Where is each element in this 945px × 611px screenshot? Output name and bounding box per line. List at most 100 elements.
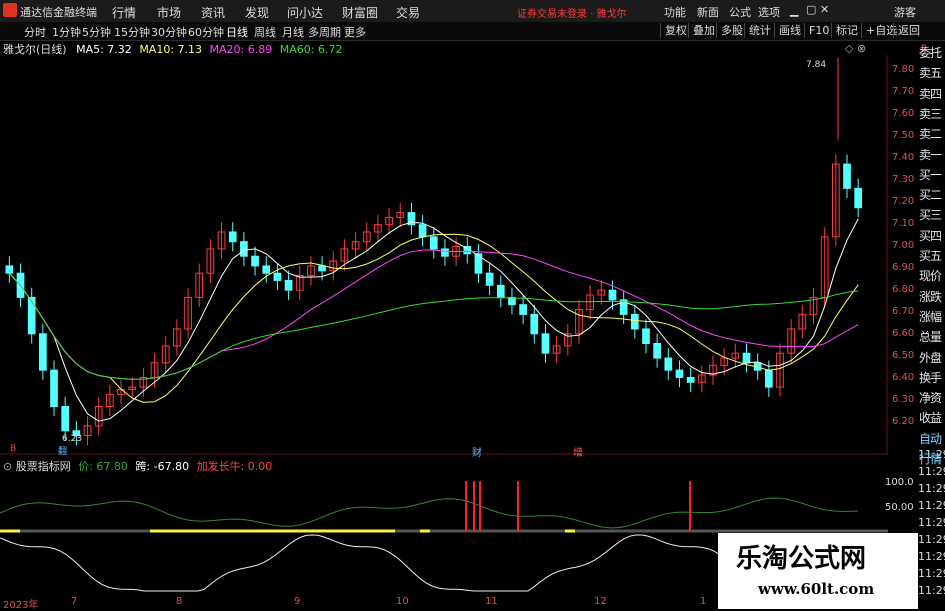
candle-body: [50, 369, 58, 408]
period-timeshare[interactable]: 分时: [24, 24, 46, 40]
event-mark-finance[interactable]: 财: [472, 444, 482, 459]
side-tab[interactable]: 净资: [919, 389, 942, 406]
x-tick-dec: 12: [594, 596, 607, 607]
watermark-title: 乐淘公式网: [736, 544, 867, 574]
side-tab[interactable]: 买三: [919, 206, 942, 223]
side-tab[interactable]: 买五: [919, 247, 942, 264]
side-tab[interactable]: 买四: [919, 227, 942, 244]
candle-body: [608, 289, 617, 301]
btn-restore-rights[interactable]: 复权: [660, 23, 691, 38]
time-tick: 11:29: [918, 584, 945, 597]
btn-back[interactable]: 返回: [893, 23, 924, 38]
menu-guest[interactable]: 游客: [894, 4, 916, 20]
period-more[interactable]: 更多: [344, 24, 366, 40]
time-tick: 11:29: [918, 533, 945, 546]
side-tab[interactable]: 总量: [919, 328, 942, 345]
btn-draw-line[interactable]: 画线: [774, 23, 805, 38]
indicator-value1: 价: 67.80: [78, 460, 128, 473]
ma-legend: 雅戈尔(日线) MA5: 7.32 MA10: 7.13 MA20: 6.89 …: [0, 41, 342, 56]
indicator-value2: 跨: -67.80: [135, 460, 190, 473]
btn-statistics[interactable]: 统计: [744, 23, 775, 38]
side-tab[interactable]: 收益: [919, 409, 942, 426]
login-notice[interactable]: 证券交易未登录 · 雅戈尔: [517, 5, 627, 20]
event-mark-b[interactable]: B: [10, 444, 16, 454]
candlestick-chart[interactable]: [0, 55, 888, 455]
menu-item-xiaoda[interactable]: 问小达: [287, 4, 323, 21]
menu-item-markets[interactable]: 市场: [157, 4, 181, 21]
side-tab[interactable]: 现价: [919, 267, 942, 284]
candle-body: [675, 369, 684, 378]
menu-formula[interactable]: 公式: [729, 4, 751, 20]
side-tab[interactable]: 涨幅: [919, 308, 942, 325]
btn-f10[interactable]: F10: [804, 23, 833, 38]
side-tab[interactable]: 换手: [919, 369, 942, 386]
side-tab[interactable]: 涨跌: [919, 288, 942, 305]
side-tab[interactable]: 卖二: [919, 125, 942, 142]
candle-body: [441, 248, 449, 257]
menu-item-trade[interactable]: 交易: [396, 4, 420, 21]
period-15min[interactable]: 15分钟: [114, 24, 150, 40]
candle-body: [240, 241, 248, 257]
menu-options[interactable]: 选项: [758, 4, 780, 20]
menu-item-news[interactable]: 资讯: [201, 4, 225, 21]
candle-body: [742, 352, 751, 364]
period-weekly[interactable]: 周线: [254, 24, 276, 40]
watermark-url: www.60lt.com: [758, 580, 875, 598]
x-tick-oct: 10: [396, 596, 409, 607]
side-tab[interactable]: 卖一: [919, 146, 942, 163]
period-5min[interactable]: 5分钟: [82, 24, 111, 40]
indicator-tick-100: 100.0: [885, 477, 914, 488]
period-multi[interactable]: 多周期: [308, 24, 341, 40]
menu-item-discover[interactable]: 发现: [245, 4, 269, 21]
side-tab[interactable]: 自动: [919, 430, 942, 447]
time-tick: 11:29: [918, 567, 945, 580]
menu-item-wealth[interactable]: 财富圈: [342, 4, 378, 21]
candle-body: [541, 333, 550, 354]
candle-body: [61, 406, 70, 432]
price-tick: 7.00: [892, 240, 915, 251]
period-monthly[interactable]: 月线: [282, 24, 304, 40]
side-tab[interactable]: 买二: [919, 186, 942, 203]
settings-diamond-icon[interactable]: ◇ ⊗: [845, 42, 866, 55]
side-tab[interactable]: 委托: [919, 44, 942, 61]
btn-overlay[interactable]: 叠加: [688, 23, 719, 38]
btn-mark[interactable]: 标记: [831, 23, 862, 38]
ma60-line: [9, 272, 859, 380]
time-tick: 11:29: [918, 550, 945, 563]
x-tick-jul: 7: [71, 596, 78, 607]
price-tick: 7.70: [892, 86, 915, 97]
side-tab[interactable]: 卖三: [919, 105, 942, 122]
side-tab[interactable]: 买一: [919, 166, 942, 183]
indicator-name[interactable]: 股票指标网: [16, 460, 71, 473]
side-tab[interactable]: 行情: [919, 450, 942, 467]
side-tab[interactable]: 卖五: [919, 64, 942, 81]
menu-function[interactable]: 功能: [664, 4, 686, 20]
menu-item-market[interactable]: 行情: [112, 4, 136, 21]
menu-new[interactable]: 新面: [697, 4, 719, 20]
ma10-line: [9, 233, 859, 403]
side-tab[interactable]: 卖四: [919, 85, 942, 102]
candle-body: [843, 163, 851, 189]
candle-body: [318, 265, 326, 272]
maximize-icon[interactable]: ▢: [806, 3, 816, 16]
price-tick: 6.40: [892, 372, 915, 383]
btn-multi-stock[interactable]: 多股: [716, 23, 747, 38]
candle-body: [262, 265, 271, 274]
low-price-label: 6.23: [62, 434, 83, 444]
event-mark-low[interactable]: 翻: [58, 444, 67, 457]
candle-body: [284, 279, 293, 291]
period-daily[interactable]: 日线: [226, 24, 248, 40]
price-tick: 6.20: [892, 416, 915, 427]
candle-body: [273, 272, 282, 281]
candle-body: [5, 265, 14, 274]
candle-body: [653, 342, 661, 359]
candle-body: [664, 357, 673, 371]
period-30min[interactable]: 30分钟: [151, 24, 187, 40]
side-tab[interactable]: 外盘: [919, 349, 942, 366]
minimize-icon[interactable]: ▁: [790, 4, 798, 17]
indicator-collapse-icon[interactable]: ⊙: [3, 460, 12, 473]
period-60min[interactable]: 60分钟: [188, 24, 224, 40]
close-icon[interactable]: ✕: [820, 3, 829, 16]
period-1min[interactable]: 1分钟: [52, 24, 81, 40]
event-mark-increase[interactable]: 增: [573, 444, 583, 459]
